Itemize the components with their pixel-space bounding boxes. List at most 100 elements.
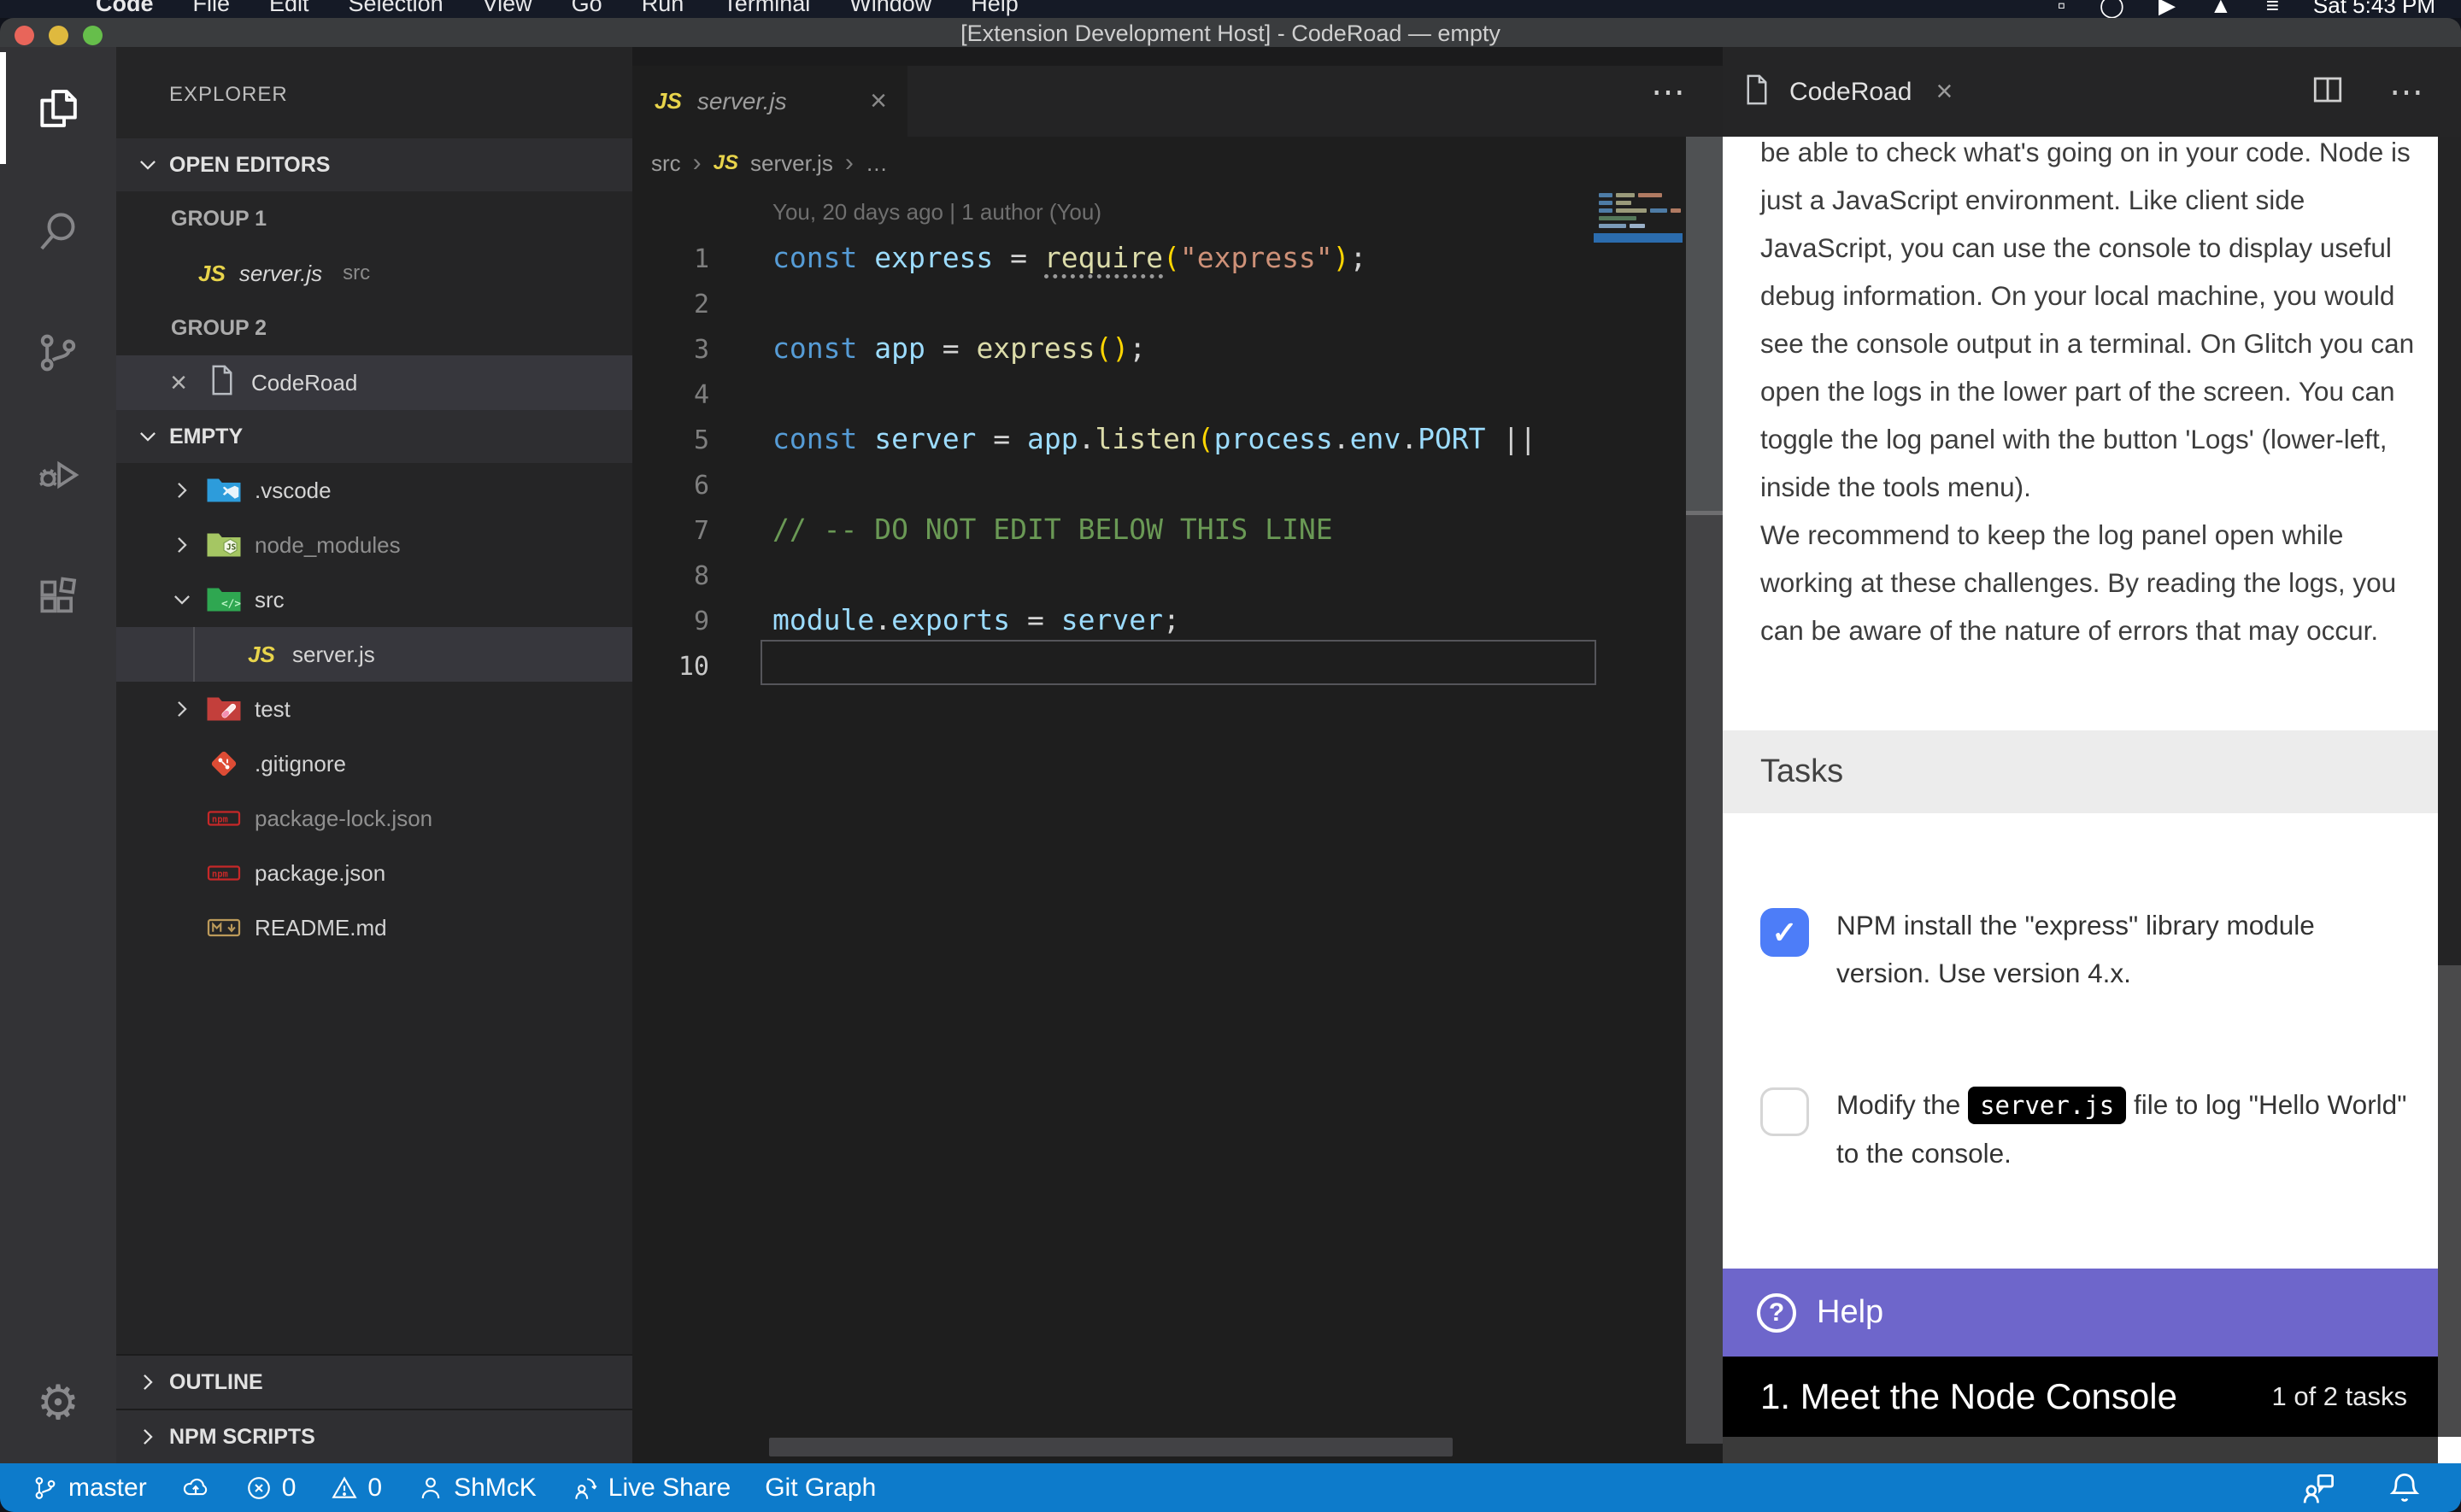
task-checkbox-checked[interactable]: ✓ — [1760, 908, 1809, 957]
code-line-3[interactable]: 3const app = express(); — [632, 325, 1686, 371]
code-line-7[interactable]: 7// -- DO NOT EDIT BELOW THIS LINE — [632, 507, 1686, 552]
tree-item--vscode[interactable]: .vscode — [116, 463, 632, 518]
npm-icon: npm — [205, 802, 243, 835]
live-share-icon — [571, 1474, 600, 1503]
help-accordion[interactable]: ? Help — [1723, 1269, 2438, 1357]
tree-item-server-js[interactable]: JS server.js — [116, 627, 632, 682]
scrollbar-thumb[interactable] — [2438, 137, 2461, 965]
menubar-status-icon[interactable]: ◯ — [2100, 0, 2124, 18]
editor-actions-more-icon[interactable]: ⋯ — [1651, 73, 1689, 112]
breadcrumb: src › JS server.js › … — [632, 137, 1723, 190]
status-item-branch[interactable]: master — [31, 1474, 147, 1503]
menu-item-terminal[interactable]: Terminal — [723, 0, 810, 17]
folder-root-header[interactable]: EMPTY — [116, 410, 632, 463]
code-line-9[interactable]: 9module.exports = server; — [632, 597, 1686, 642]
code-line-4[interactable]: 4 — [632, 371, 1686, 416]
svg-text:JS: JS — [226, 543, 237, 553]
tree-item-readme-md[interactable]: README.md — [116, 900, 632, 955]
task-text: Modify the server.js file to log "Hello … — [1836, 1081, 2410, 1177]
help-question-icon: ? — [1757, 1293, 1796, 1333]
notifications-bell-icon[interactable] — [2386, 1469, 2423, 1507]
status-item-errors[interactable]: 0 — [244, 1474, 297, 1503]
editor-vertical-scrollbar[interactable] — [1686, 137, 1723, 1444]
open-editor-server-js[interactable]: JS server.js src — [116, 246, 632, 301]
git-icon — [205, 747, 243, 780]
tab-server-js[interactable]: JS server.js × — [632, 66, 907, 137]
status-item-warnings[interactable]: 0 — [330, 1474, 382, 1503]
code-line-8[interactable]: 8 — [632, 552, 1686, 597]
webview-scrollbar[interactable] — [2438, 137, 2461, 1437]
menu-item-view[interactable]: View — [483, 0, 532, 17]
activity-bar: ⚙ — [0, 47, 116, 1463]
tree-item-node-modules[interactable]: JS node_modules — [116, 518, 632, 572]
tree-item--gitignore[interactable]: .gitignore — [116, 736, 632, 791]
vscode-window: Code File Edit Selection View Go Run Terminal Wi… — [0, 0, 2461, 1512]
menubar-status-icon[interactable]: ≡ — [2266, 0, 2279, 18]
tab-coderoad[interactable]: CodeRoad — [1789, 78, 1912, 107]
breadcrumb-folder[interactable]: src — [651, 150, 681, 177]
settings-gear-icon[interactable]: ⚙ — [0, 1341, 116, 1463]
warning-icon — [330, 1474, 359, 1503]
folder-test-icon — [205, 693, 243, 725]
tree-item-test[interactable]: test — [116, 682, 632, 736]
menu-item-go[interactable]: Go — [572, 0, 602, 17]
code-editor[interactable]: You, 20 days ago | 1 author (You) 1const… — [632, 190, 1686, 1463]
window-title-bar[interactable]: [Extension Development Host] - CodeRoad … — [0, 18, 2461, 47]
menu-item-edit[interactable]: Edit — [269, 0, 309, 17]
status-item-git-graph[interactable]: Git Graph — [765, 1474, 876, 1503]
menu-item-file[interactable]: File — [193, 0, 231, 17]
open-editor-coderoad[interactable]: × CodeRoad — [116, 355, 632, 410]
code-line-5[interactable]: 5const server = app.listen(process.env.P… — [632, 416, 1686, 461]
extensions-icon[interactable] — [0, 536, 116, 658]
menu-item-run[interactable]: Run — [642, 0, 684, 17]
chevron-right-icon — [171, 534, 193, 556]
status-item-user[interactable]: ShMcK — [416, 1474, 537, 1503]
open-editors-header[interactable]: OPEN EDITORS — [116, 138, 632, 191]
npm-scripts-section-header[interactable]: NPM SCRIPTS — [116, 1409, 632, 1463]
outline-section-header[interactable]: OUTLINE — [116, 1354, 632, 1409]
chevron-icon — [171, 862, 193, 884]
status-right — [2300, 1469, 2461, 1507]
menu-item-help[interactable]: Help — [971, 0, 1019, 17]
source-control-icon[interactable] — [0, 291, 116, 413]
menu-item-selection[interactable]: Selection — [349, 0, 443, 17]
status-item-sync[interactable] — [181, 1474, 210, 1503]
run-debug-icon[interactable] — [0, 413, 116, 536]
menu-item-code[interactable]: Code — [96, 0, 154, 17]
task-checkbox-unchecked[interactable] — [1760, 1087, 1809, 1136]
chevron-icon — [171, 807, 193, 829]
search-icon[interactable] — [0, 169, 116, 291]
code-line-1[interactable]: 1const express = require("express"); — [632, 235, 1686, 280]
close-tab-icon[interactable]: × — [870, 85, 887, 118]
panel-more-actions-icon[interactable]: ⋯ — [2389, 73, 2427, 112]
tree-item-src[interactable]: </> src — [116, 572, 632, 627]
breadcrumb-symbol[interactable]: … — [866, 150, 888, 177]
chevron-icon — [171, 917, 193, 939]
code-line-2[interactable]: 2 — [632, 280, 1686, 325]
close-editor-icon[interactable]: × — [164, 368, 193, 397]
menubar-status-icon[interactable]: ▶ — [2159, 0, 2176, 18]
split-editor-icon[interactable] — [2311, 74, 2345, 109]
explorer-icon[interactable] — [0, 47, 116, 169]
close-tab-icon[interactable]: × — [1935, 75, 1953, 108]
editor-tab-bar: JS server.js × — [632, 66, 1723, 137]
folder-src-icon: </> — [205, 583, 243, 616]
menubar-status-icon[interactable]: ▲ — [2210, 0, 2232, 18]
inline-code: server.js — [1968, 1087, 2126, 1124]
scrollbar-thumb[interactable] — [1686, 137, 1723, 515]
tree-item-package-json[interactable]: npm package.json — [116, 846, 632, 900]
tree-item-package-lock-json[interactable]: npm package-lock.json — [116, 791, 632, 846]
file-tree: .vscode JS node_modules </> src JS serve… — [116, 463, 632, 955]
status-item-live-share[interactable]: Live Share — [571, 1474, 731, 1503]
minimap[interactable] — [1594, 190, 1686, 301]
feedback-icon[interactable] — [2300, 1469, 2338, 1507]
menubar-status-icon[interactable]: ▫ — [2058, 0, 2065, 18]
breadcrumb-separator: › — [693, 149, 702, 178]
editor-group-2-label: GROUP 2 — [116, 301, 632, 355]
code-line-6[interactable]: 6 — [632, 461, 1686, 507]
coderoad-panel: CodeRoad × ⋯ be able to check what's goi… — [1723, 47, 2461, 1463]
lesson-content: be able to check what's going on in your… — [1760, 137, 2420, 654]
menu-item-window[interactable]: Window — [849, 0, 931, 17]
breadcrumb-file[interactable]: server.js — [750, 150, 833, 177]
editor-horizontal-scrollbar[interactable] — [769, 1438, 1453, 1456]
